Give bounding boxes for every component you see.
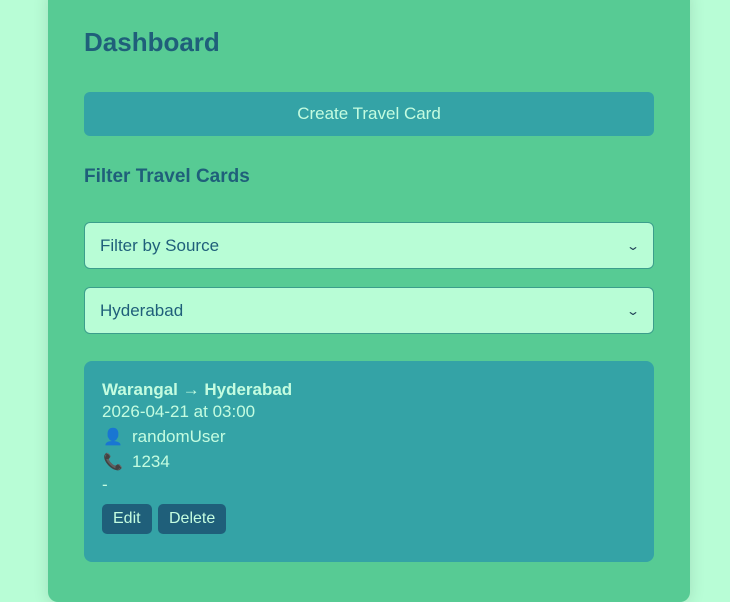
destination-filter-select[interactable]: Hyderabad ⌄ bbox=[84, 287, 654, 334]
travel-card-note: - bbox=[102, 475, 108, 495]
travel-card-phone: 📞 1234 bbox=[102, 452, 170, 472]
travel-card-username: randomUser bbox=[132, 427, 226, 446]
delete-button[interactable]: Delete bbox=[158, 504, 227, 534]
source-filter-select[interactable]: Filter by Source ⌄ bbox=[84, 222, 654, 269]
create-travel-card-button[interactable]: Create Travel Card bbox=[84, 92, 654, 136]
source-filter-value: Filter by Source bbox=[100, 235, 220, 255]
travel-card-route: Warangal → Hyderabad bbox=[102, 380, 293, 399]
destination-filter-value: Hyderabad bbox=[100, 300, 184, 320]
travel-card-user: 👤 randomUser bbox=[102, 427, 226, 447]
travel-card-datetime: 2026-04-21 at 03:00 bbox=[102, 402, 255, 422]
travel-card-datetime-text: 2026-04-21 at 03:00 bbox=[102, 402, 256, 421]
user-icon: 👤 bbox=[103, 429, 123, 446]
filter-heading: Filter Travel Cards bbox=[84, 166, 250, 187]
chevron-down-icon: ⌄ bbox=[625, 303, 641, 318]
edit-button[interactable]: Edit bbox=[102, 504, 152, 534]
phone-icon: 📞 bbox=[103, 454, 123, 471]
page-title: Dashboard bbox=[84, 27, 220, 57]
travel-card-phone-number: 1234 bbox=[132, 452, 170, 471]
chevron-down-icon: ⌄ bbox=[625, 238, 641, 253]
travel-card-note-text: - bbox=[102, 475, 108, 494]
